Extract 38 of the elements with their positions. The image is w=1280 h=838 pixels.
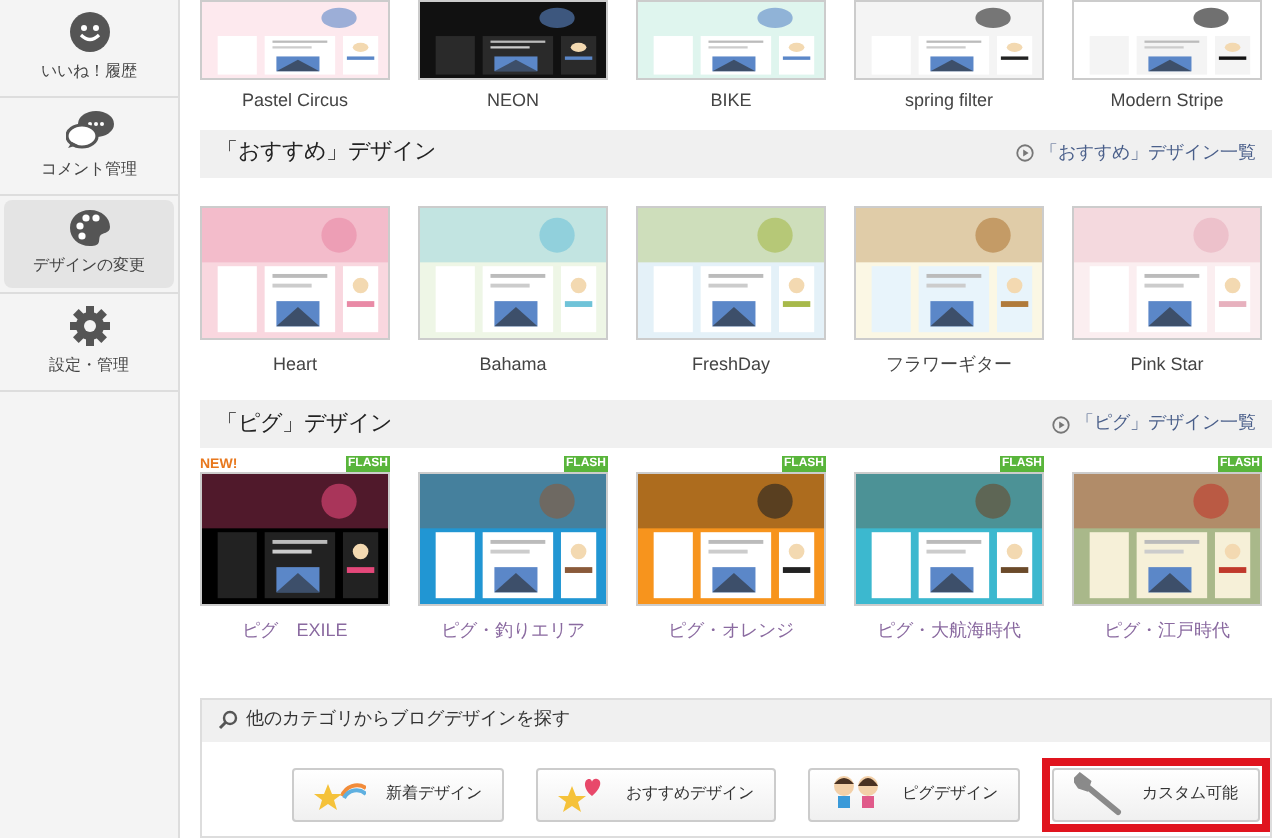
design-name[interactable]: ピグ・大航海時代 (877, 618, 1021, 645)
category-button[interactable]: ピグデザイン (808, 767, 1020, 821)
list-link[interactable]: 「おすすめ」デザイン一覧 (1016, 139, 1256, 167)
search-icon (218, 710, 238, 730)
design-name[interactable]: FreshDay (691, 351, 770, 378)
design-name[interactable]: ピグ・釣りエリア (441, 618, 585, 645)
two-children-icon (830, 774, 882, 814)
design-name[interactable]: NEON (486, 88, 539, 115)
section-title: 「ピグ」デザイン (216, 409, 392, 440)
design-name[interactable]: ピグ・江戸時代 (1104, 618, 1230, 645)
section-title: 「おすすめ」デザイン (216, 138, 436, 169)
smiley-icon (69, 12, 109, 52)
design-name[interactable]: Heart (272, 351, 317, 378)
category-button[interactable]: おすすめデザイン (536, 767, 776, 821)
wrench-icon (1074, 772, 1122, 816)
category-button[interactable]: 新着デザイン (292, 767, 504, 821)
design-name[interactable]: spring filter (904, 88, 993, 115)
design-name[interactable]: Pink Star (1130, 351, 1204, 378)
gear-icon (69, 306, 109, 346)
star-heart-icon (558, 776, 606, 812)
sidebar-item[interactable]: いいね！履歴 (4, 4, 174, 92)
design-name[interactable]: ピグ・オレンジ (668, 618, 794, 645)
speech-bubbles-icon (65, 110, 113, 150)
design-name[interactable]: Bahama (479, 351, 547, 378)
category-button[interactable]: カスタム可能 (1052, 767, 1260, 821)
design-name[interactable]: BIKE (710, 88, 752, 115)
design-name[interactable]: ピグ EXILE (242, 618, 348, 645)
panel-title: 他のカテゴリからブログデザインを探す (246, 706, 570, 733)
design-name[interactable]: フラワーギター (886, 351, 1012, 378)
design-name[interactable]: Pastel Circus (241, 88, 348, 115)
palette-icon (69, 210, 109, 246)
design-name[interactable]: Modern Stripe (1110, 88, 1224, 115)
list-link[interactable]: 「ピグ」デザイン一覧 (1052, 410, 1256, 438)
sidebar-item[interactable]: 設定・管理 (4, 298, 174, 386)
play-circle-icon (1052, 415, 1070, 433)
sidebar-item[interactable]: コメント管理 (4, 102, 174, 190)
play-circle-icon (1016, 144, 1034, 162)
sidebar-item[interactable]: デザインの変更 (4, 200, 174, 288)
